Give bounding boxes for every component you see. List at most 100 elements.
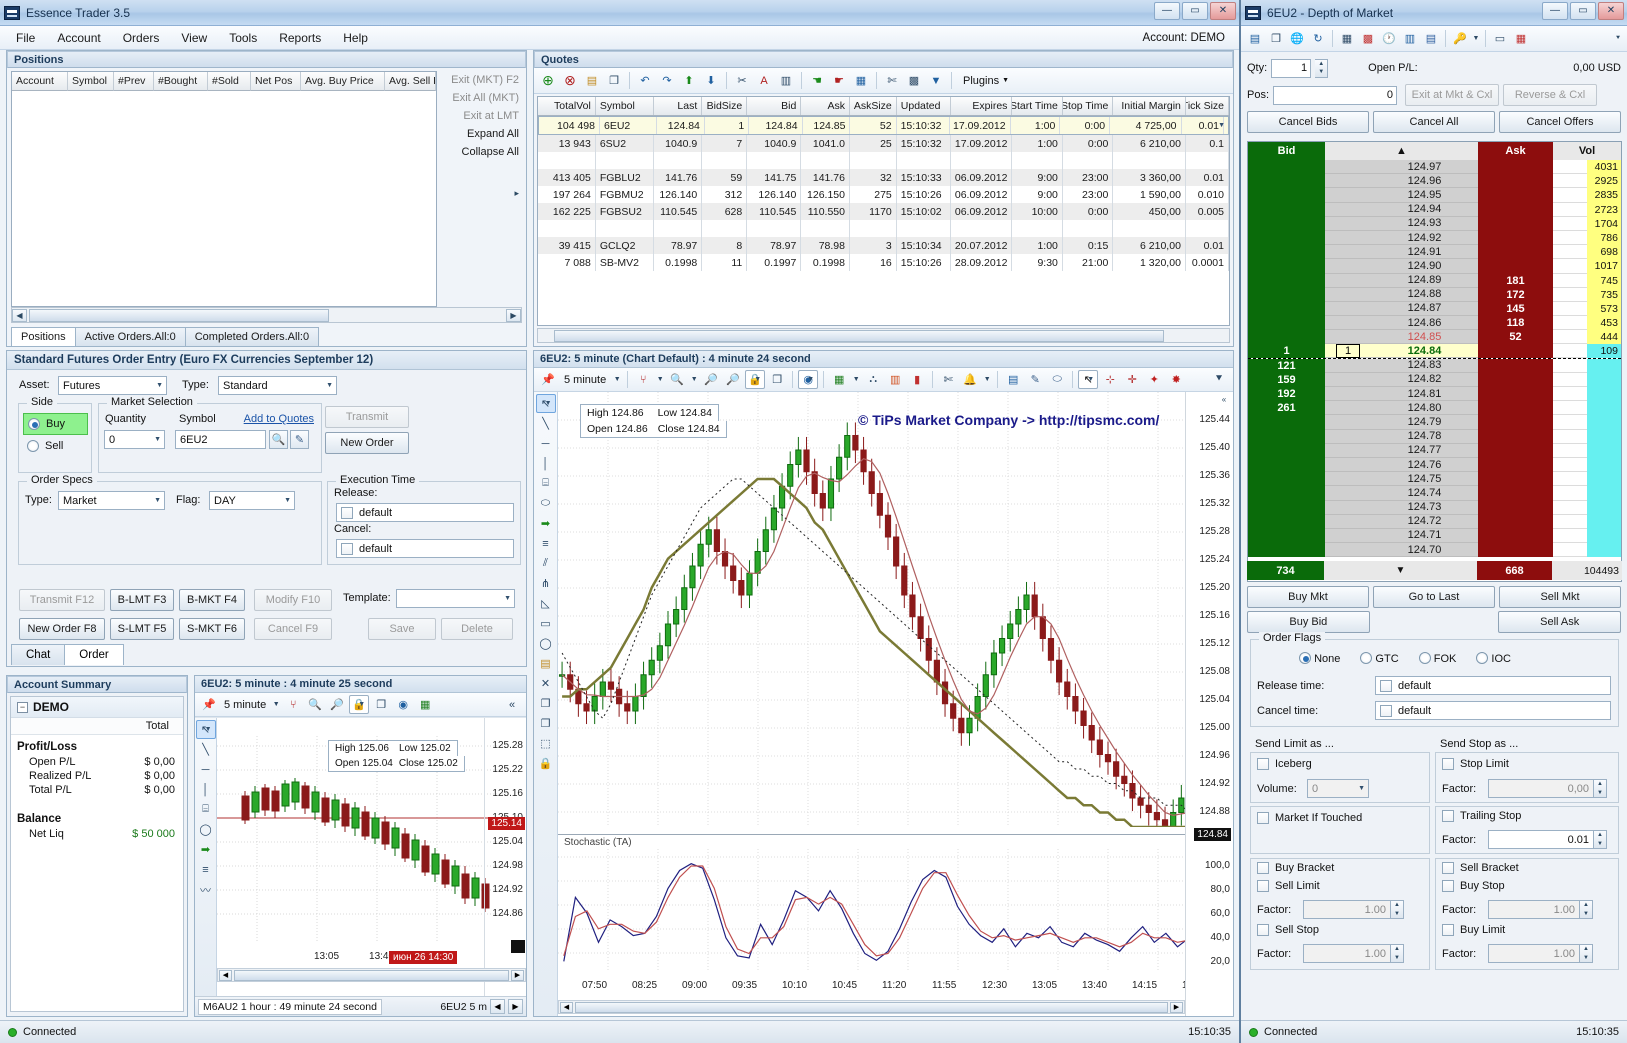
ladder-ask-cell[interactable] bbox=[1478, 358, 1553, 373]
ladder-bid-cell[interactable] bbox=[1248, 330, 1325, 345]
qcol-expires[interactable]: Expires bbox=[951, 97, 1013, 115]
ladder-bid-cell[interactable] bbox=[1248, 543, 1325, 558]
ladder-price-cell[interactable]: 124.89 bbox=[1371, 273, 1478, 288]
symbol-search-icon[interactable]: 🔍 bbox=[269, 430, 288, 449]
filter-icon[interactable]: ▼ bbox=[926, 71, 946, 91]
ladder-ask-cell[interactable] bbox=[1478, 372, 1553, 387]
ladder-order-cell[interactable] bbox=[1325, 415, 1371, 430]
scroll-thumb[interactable] bbox=[29, 308, 329, 322]
bc-select-tool-icon[interactable]: ⬚ bbox=[536, 734, 556, 753]
template-select[interactable] bbox=[396, 589, 515, 608]
small-chart-hscrollbar[interactable]: ◀ ▶ bbox=[217, 968, 526, 982]
bc-gann-tool-icon[interactable]: ◺ bbox=[536, 594, 556, 613]
buy-limit-checkbox[interactable] bbox=[1442, 924, 1454, 936]
order-type-select[interactable]: Standard bbox=[218, 376, 337, 395]
ladder-bid-cell[interactable] bbox=[1248, 287, 1325, 302]
ladder-price-cell[interactable]: 124.78 bbox=[1371, 429, 1478, 444]
exit-at-lmt-action[interactable]: Exit at LMT bbox=[463, 110, 523, 122]
qcol-bid[interactable]: Bid bbox=[747, 97, 802, 115]
bc-tree-icon[interactable]: ⛬ bbox=[863, 370, 883, 390]
ladder-ask-cell[interactable] bbox=[1478, 472, 1553, 487]
indicator-icon[interactable]: ◉ bbox=[393, 695, 413, 715]
qcol-totalvol[interactable]: TotalVol bbox=[538, 97, 596, 115]
ladder-ask-cell[interactable] bbox=[1478, 500, 1553, 515]
ladder-price-cell[interactable]: 124.95 bbox=[1371, 188, 1478, 203]
transmit-f12-button[interactable]: Transmit F12 bbox=[19, 589, 105, 611]
tab-active-orders[interactable]: Active Orders.All:0 bbox=[74, 327, 186, 346]
dom-maximize-button[interactable]: ▭ bbox=[1570, 2, 1596, 20]
ladder-row[interactable]: 1 1 124.84 109 bbox=[1248, 343, 1621, 359]
sell-bracket-checkbox[interactable] bbox=[1442, 862, 1454, 874]
bc-delete-tool-icon[interactable]: ✕ bbox=[536, 674, 556, 693]
ladder-order-cell[interactable] bbox=[1325, 245, 1371, 260]
ladder-bid-cell[interactable] bbox=[1248, 514, 1325, 529]
ladder-ask-cell[interactable]: 172 bbox=[1478, 287, 1553, 302]
exit-mkt-f2-action[interactable]: Exit (MKT) F2 bbox=[451, 74, 523, 86]
menu-account[interactable]: Account bbox=[47, 28, 110, 48]
move-up-icon[interactable]: ⬆ bbox=[679, 71, 699, 91]
new-order-f8-button[interactable]: New Order F8 bbox=[19, 618, 105, 640]
pin-icon[interactable]: 📌 bbox=[199, 695, 219, 715]
flag-ioc-option[interactable]: IOC bbox=[1476, 652, 1511, 665]
cancel-offers-button[interactable]: Cancel Offers bbox=[1499, 111, 1621, 133]
ladder-ask-order-cell[interactable] bbox=[1553, 344, 1587, 358]
ladder-ask-order-cell[interactable] bbox=[1553, 273, 1587, 288]
ladder-sort-up-icon[interactable]: ▲ bbox=[1325, 142, 1478, 160]
add-quote-icon[interactable]: ⊕ bbox=[538, 71, 558, 91]
dom-qty-input[interactable]: 1 bbox=[1271, 58, 1312, 78]
stop-limit-spinner[interactable]: ▲ ▼ bbox=[1594, 779, 1607, 798]
ladder-price-cell[interactable]: 124.94 bbox=[1371, 202, 1478, 217]
trailing-stop-option[interactable]: Trailing Stop bbox=[1442, 810, 1521, 822]
chart-icon[interactable]: ▦ bbox=[851, 71, 871, 91]
ladder-bid-cell[interactable] bbox=[1248, 301, 1325, 317]
undo-icon[interactable]: ↶ bbox=[635, 71, 655, 91]
ladder-ask-cell[interactable] bbox=[1478, 387, 1553, 402]
qcol-initial-margin[interactable]: Initial Margin bbox=[1113, 97, 1186, 115]
ladder-bid-cell[interactable] bbox=[1248, 230, 1325, 246]
quote-row[interactable] bbox=[538, 152, 1229, 169]
quote-row[interactable]: 413 405 FGBLU2 141.76 59 141.75 141.76 32 15:10… bbox=[538, 169, 1229, 186]
ladder-col-vol[interactable]: Vol bbox=[1553, 142, 1621, 160]
ladder-ask-cell[interactable] bbox=[1478, 415, 1553, 430]
ladder-price-cell[interactable]: 124.90 bbox=[1371, 259, 1478, 274]
ladder-order-cell[interactable] bbox=[1325, 273, 1371, 288]
bc-zoom-out-icon[interactable]: 🔎 bbox=[723, 370, 743, 390]
bc-palette-chevron-icon[interactable]: ▼ bbox=[851, 370, 861, 390]
bc-note-tool-icon[interactable]: ▤ bbox=[536, 654, 556, 673]
ladder-col-bid[interactable]: Bid bbox=[1248, 142, 1325, 160]
ladder-ask-cell[interactable] bbox=[1478, 429, 1553, 444]
scissors-icon[interactable]: ✄ bbox=[882, 71, 902, 91]
dom-close-button[interactable]: ✕ bbox=[1598, 2, 1624, 20]
ladder-ask-cell[interactable]: 118 bbox=[1478, 316, 1553, 331]
ladder-order-cell[interactable] bbox=[1325, 457, 1371, 473]
ladder-row[interactable]: 261 124.80 bbox=[1248, 401, 1621, 416]
ladder-ask-order-cell[interactable] bbox=[1553, 387, 1587, 402]
quote-row[interactable]: 39 415 GCLQ2 78.97 8 78.97 78.98 3 15:10:34 20.0… bbox=[538, 237, 1229, 254]
ladder-order-cell[interactable] bbox=[1325, 372, 1371, 387]
ladder-bid-cell[interactable] bbox=[1248, 415, 1325, 430]
bc-alert-icon[interactable]: 🔔 bbox=[960, 370, 980, 390]
release-time-field[interactable]: default bbox=[336, 503, 514, 522]
qcol-symbol[interactable]: Symbol bbox=[596, 97, 654, 115]
spec-type-select[interactable]: Market bbox=[58, 491, 165, 510]
trailing-factor-input[interactable]: 0.01 bbox=[1488, 830, 1594, 849]
bc-zoom-icon[interactable]: 🔍 bbox=[667, 370, 687, 390]
dom-minimize-button[interactable]: — bbox=[1542, 2, 1568, 20]
ladder-ask-order-cell[interactable] bbox=[1553, 514, 1587, 529]
quotes-hscrollbar[interactable] bbox=[537, 328, 1230, 343]
sc-scroll-right-icon[interactable]: ▶ bbox=[511, 969, 524, 981]
maximize-button[interactable]: ▭ bbox=[1182, 2, 1208, 20]
ladder-order-cell[interactable] bbox=[1325, 188, 1371, 203]
quote-row[interactable]: 7 088 SB-MV2 0.1998 11 0.1997 0.1998 16 15:10:2… bbox=[538, 254, 1229, 271]
ladder-row[interactable]: 124.89 181 745 bbox=[1248, 273, 1621, 288]
bc-candle-type-icon[interactable]: ⑂ bbox=[633, 370, 653, 390]
ladder-ask-cell[interactable]: 181 bbox=[1478, 273, 1553, 288]
bc-alert-chevron-icon[interactable]: ▼ bbox=[982, 370, 992, 390]
iceberg-checkbox[interactable] bbox=[1257, 758, 1269, 770]
ladder-ask-cell[interactable] bbox=[1478, 443, 1553, 458]
qcol-ticksize[interactable]: Tick Size bbox=[1186, 97, 1229, 115]
ladder-price-cell[interactable]: 124.96 bbox=[1371, 174, 1478, 189]
ladder-order-cell[interactable]: 1 bbox=[1325, 343, 1371, 358]
dom-ladder[interactable]: Bid ▲ Ask Vol 124.97 4031 124.96 2925 124.95… bbox=[1247, 141, 1622, 582]
ladder-ask-order-cell[interactable] bbox=[1553, 415, 1587, 430]
